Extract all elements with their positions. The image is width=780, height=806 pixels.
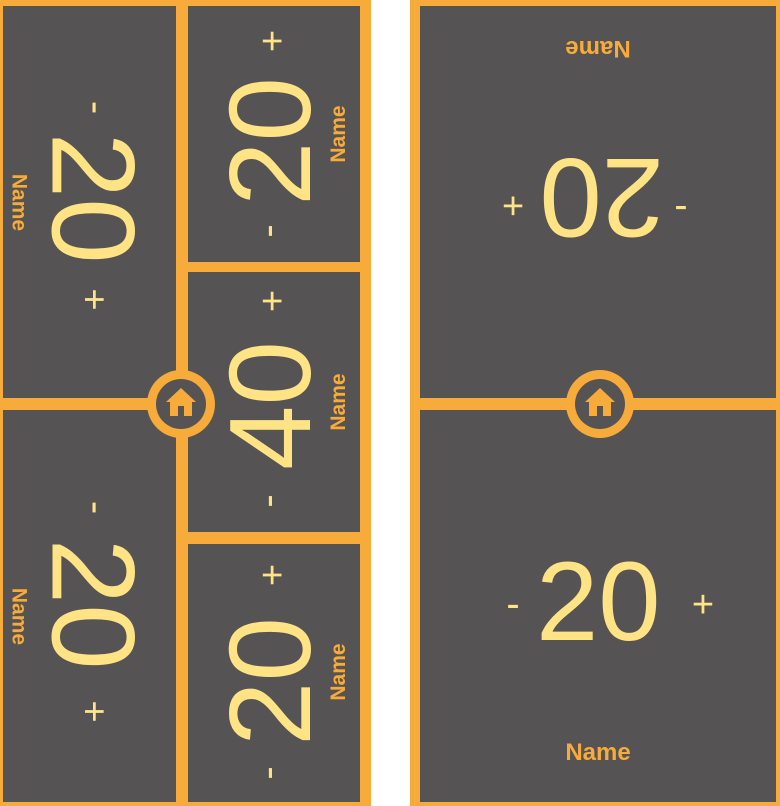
life-total[interactable]: 20: [205, 617, 335, 746]
player-panel-top-left: - 20 + Name: [3, 6, 176, 398]
five-player-board: - 20 + Name - 20 + Name - 40 + Name - 20…: [0, 0, 371, 806]
plus-button[interactable]: +: [498, 184, 528, 226]
plus-button[interactable]: +: [252, 26, 294, 56]
minus-button[interactable]: -: [246, 758, 290, 788]
plus-button[interactable]: +: [72, 696, 114, 726]
life-total[interactable]: 20: [205, 77, 335, 206]
player-name: Name: [327, 643, 350, 701]
minus-button[interactable]: -: [498, 584, 528, 624]
plus-button[interactable]: +: [72, 284, 114, 314]
player-name: Name: [7, 173, 30, 231]
player-content-top: - 20 + Name: [420, 6, 776, 398]
minus-button[interactable]: -: [74, 492, 118, 522]
player-name: Name: [565, 739, 631, 766]
home-button[interactable]: [566, 370, 634, 438]
plus-button[interactable]: +: [252, 286, 294, 316]
minus-button[interactable]: -: [246, 216, 290, 246]
player-name: Name: [565, 35, 631, 62]
player-content-bottom-right: - 20 + Name: [188, 544, 360, 802]
life-total[interactable]: 20: [536, 546, 661, 658]
life-total[interactable]: 40: [205, 341, 335, 470]
player-content-bottom-left: - 20 + Name: [3, 410, 176, 802]
player-panel-bottom: - 20 + Name: [420, 410, 776, 802]
minus-button[interactable]: -: [246, 486, 290, 516]
home-button[interactable]: [147, 370, 215, 438]
player-name: Name: [327, 105, 350, 163]
life-total[interactable]: 20: [539, 135, 664, 260]
player-panel-bottom-left: - 20 + Name: [3, 410, 176, 802]
minus-button[interactable]: -: [666, 188, 696, 232]
life-total[interactable]: 20: [26, 538, 158, 669]
player-name: Name: [327, 373, 350, 431]
player-panel-top: - 20 + Name: [420, 6, 776, 398]
home-icon: [166, 388, 196, 416]
two-player-board: - 20 + Name - 20 + Name: [410, 0, 780, 806]
player-name: Name: [7, 587, 30, 645]
player-content-top-right: - 20 + Name: [188, 6, 360, 262]
life-total[interactable]: 20: [26, 132, 158, 263]
minus-button[interactable]: -: [74, 92, 118, 122]
home-icon: [585, 388, 615, 416]
plus-button[interactable]: +: [252, 560, 294, 590]
plus-button[interactable]: +: [688, 586, 718, 624]
player-panel-top-right: - 20 + Name: [188, 6, 360, 262]
player-content-top-left: - 20 + Name: [3, 6, 176, 398]
player-panel-bottom-right: - 20 + Name: [188, 544, 360, 802]
